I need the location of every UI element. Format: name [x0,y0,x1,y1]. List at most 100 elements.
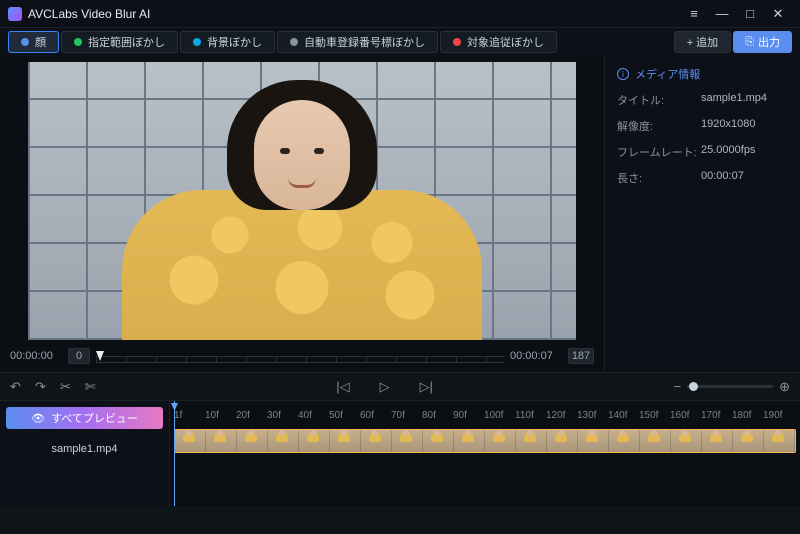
clip-thumbnail [392,430,423,452]
menu-button[interactable]: ≡ [680,4,708,24]
mode-license-plate[interactable]: 自動車登録番号標ぼかし [277,31,438,53]
redo-button[interactable]: ↷ [35,379,46,395]
zoom-slider[interactable] [687,385,773,388]
mode-label: 顔 [35,34,46,50]
ruler-tick: 30f [267,410,298,421]
ruler-tick: 190f [763,410,794,421]
clip-thumbnail [237,430,268,452]
clip-name[interactable]: sample1.mp4 [0,435,169,463]
media-info-header: i メディア情報 [617,66,788,82]
plate-icon [290,38,298,46]
clip-thumbnail [733,430,764,452]
play-button[interactable]: ▷ [380,379,390,395]
clip-thumbnail [299,430,330,452]
prop-value: 25.0000fps [701,144,755,160]
timeline-playhead[interactable] [174,401,175,506]
face-icon [21,38,29,46]
mode-background[interactable]: 背景ぼかし [180,31,275,53]
timeline: 👁 すべてプレビュー sample1.mp4 1f10f20f30f40f50f… [0,400,800,506]
preview-all-label: すべてプレビュー [51,410,138,426]
app-logo [8,7,22,21]
background-icon [193,38,201,46]
timeline-tracks[interactable]: 1f10f20f30f40f50f60f70f80f90f100f110f120… [170,401,800,506]
prop-duration: 長さ: 00:00:07 [617,170,788,186]
ruler-tick: 50f [329,410,360,421]
prop-title: タイトル: sample1.mp4 [617,92,788,108]
ruler-tick: 10f [205,410,236,421]
minimize-button[interactable]: — [708,4,736,24]
prop-value: 00:00:07 [701,170,744,186]
add-button[interactable]: + 追加 [674,31,731,53]
clip-thumbnail [516,430,547,452]
timeline-ruler[interactable]: 1f10f20f30f40f50f60f70f80f90f100f110f120… [170,401,800,423]
info-icon: i [617,68,629,80]
ruler-tick: 1f [174,410,205,421]
scrub-bar: 00:00:00 0 00:00:07 187 [0,340,604,372]
ruler-tick: 140f [608,410,639,421]
scrub-track[interactable] [96,349,504,363]
prop-resolution: 解像度: 1920x1080 [617,118,788,134]
clip-track[interactable] [174,429,796,453]
undo-button[interactable]: ↶ [10,379,21,395]
mode-region[interactable]: 指定範囲ぼかし [61,31,178,53]
clip-thumbnail [764,430,795,452]
mode-tracking[interactable]: 対象追従ぼかし [440,31,557,53]
export-label: 出力 [758,34,780,50]
zoom-out-button[interactable]: − [674,379,682,394]
zoom-in-button[interactable]: ⊕ [779,379,790,395]
time-end: 00:00:07 [510,350,562,362]
ruler-tick: 80f [422,410,453,421]
preview-area: 00:00:00 0 00:00:07 187 [0,56,604,372]
timeline-sidebar: 👁 すべてプレビュー sample1.mp4 [0,401,170,506]
ruler-tick: 100f [484,410,515,421]
eye-icon: 👁 [31,412,45,425]
media-info-panel: i メディア情報 タイトル: sample1.mp4 解像度: 1920x108… [604,56,800,372]
cut-button[interactable]: ✂ [60,379,71,395]
prop-framerate: フレームレート: 25.0000fps [617,144,788,160]
zoom-thumb[interactable] [689,382,698,391]
prop-value: sample1.mp4 [701,92,767,108]
clip-thumbnail [547,430,578,452]
media-info-title: メディア情報 [635,66,700,82]
mode-label: 自動車登録番号標ぼかし [304,34,425,50]
split-button[interactable]: ✄ [85,379,96,395]
clip-thumbnail [578,430,609,452]
clip-thumbnail [330,430,361,452]
ruler-tick: 150f [639,410,670,421]
mode-face[interactable]: 顔 [8,31,59,53]
prop-key: 長さ: [617,170,701,186]
mode-label: 指定範囲ぼかし [88,34,165,50]
preview-all-button[interactable]: 👁 すべてプレビュー [6,407,163,429]
ruler-tick: 170f [701,410,732,421]
clip-thumbnail [361,430,392,452]
clip-thumbnail [268,430,299,452]
prop-value: 1920x1080 [701,118,755,134]
tracking-icon [453,38,461,46]
close-button[interactable]: ✕ [764,4,792,24]
clip-thumbnail [206,430,237,452]
ruler-tick: 110f [515,410,546,421]
time-start: 00:00:00 [10,350,62,362]
frame-start[interactable]: 0 [68,348,90,364]
mode-label: 対象追従ぼかし [467,34,544,50]
clip-thumbnail [702,430,733,452]
ruler-tick: 180f [732,410,763,421]
ruler-tick: 60f [360,410,391,421]
prop-key: フレームレート: [617,144,701,160]
titlebar: AVCLabs Video Blur AI ≡ — □ ✕ [0,0,800,28]
frame-end: 187 [568,348,594,364]
export-icon: ⎘ [745,36,754,49]
region-icon [74,38,82,46]
ruler-tick: 120f [546,410,577,421]
video-canvas[interactable] [28,62,576,340]
next-frame-button[interactable]: ▷| [420,379,433,395]
maximize-button[interactable]: □ [736,4,764,24]
clip-thumbnail [423,430,454,452]
prev-frame-button[interactable]: |◁ [336,379,349,395]
ruler-tick: 20f [236,410,267,421]
ruler-tick: 40f [298,410,329,421]
ruler-tick: 70f [391,410,422,421]
export-button[interactable]: ⎘ 出力 [733,31,792,53]
clip-thumbnail [671,430,702,452]
clip-thumbnail [454,430,485,452]
